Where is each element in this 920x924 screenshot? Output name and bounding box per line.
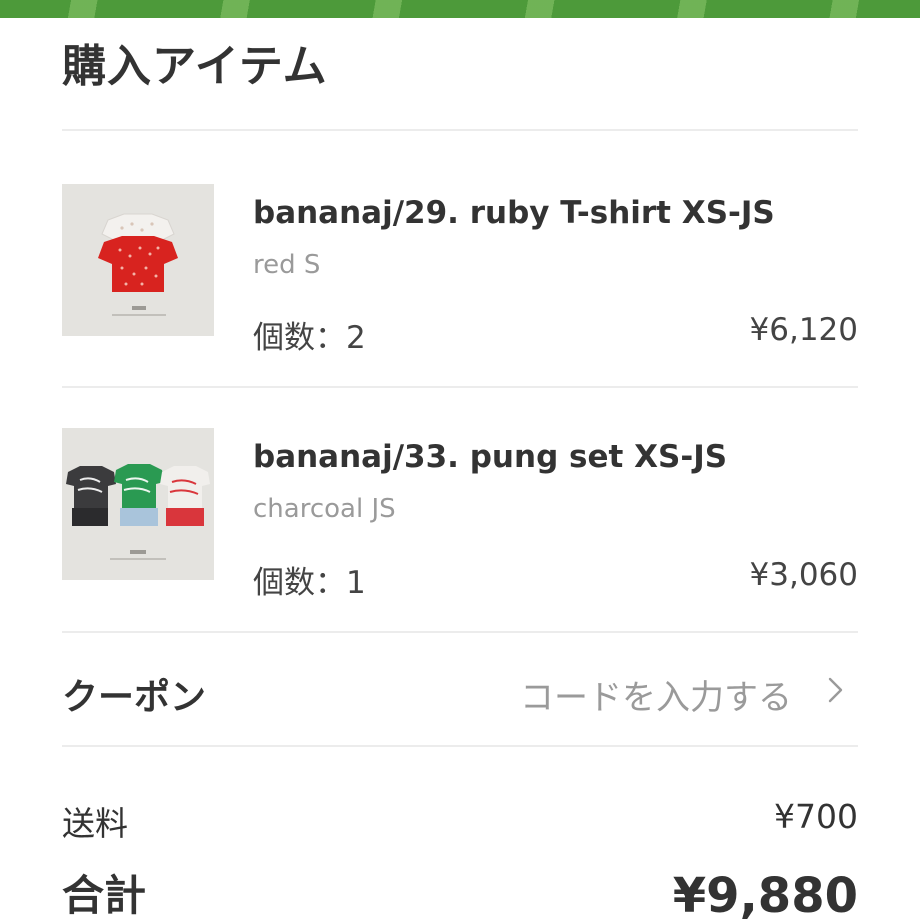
coupon-code-input[interactable]: コードを入力する [520, 670, 792, 719]
divider [62, 631, 858, 633]
item-name[interactable]: bananaj/33. pung set XS-JS [253, 439, 727, 475]
item-price: ¥3,060 [749, 557, 858, 593]
item-name[interactable]: bananaj/29. ruby T-shirt XS-JS [253, 195, 775, 231]
divider [62, 745, 858, 747]
total-value: ¥9,880 [672, 868, 858, 924]
coupon-label: クーポン [62, 677, 207, 718]
item-variant: red S [253, 250, 321, 280]
section-title: 購入アイテム [62, 41, 328, 92]
total-label: 合計 [62, 871, 147, 920]
item-price: ¥6,120 [749, 312, 858, 348]
item-variant: charcoal JS [253, 494, 396, 524]
coupon-row[interactable]: クーポン コードを入力する [62, 634, 858, 746]
chevron-right-icon[interactable] [826, 676, 846, 704]
product-image[interactable] [62, 184, 214, 336]
header-banner [0, 0, 920, 18]
item-quantity: 個数：1 [253, 565, 366, 601]
divider [62, 129, 858, 131]
product-image[interactable] [62, 428, 214, 580]
divider [62, 386, 858, 388]
item-quantity: 個数：2 [253, 320, 366, 356]
shipping-value: ¥700 [774, 797, 858, 836]
shipping-label: 送料 [62, 804, 128, 843]
